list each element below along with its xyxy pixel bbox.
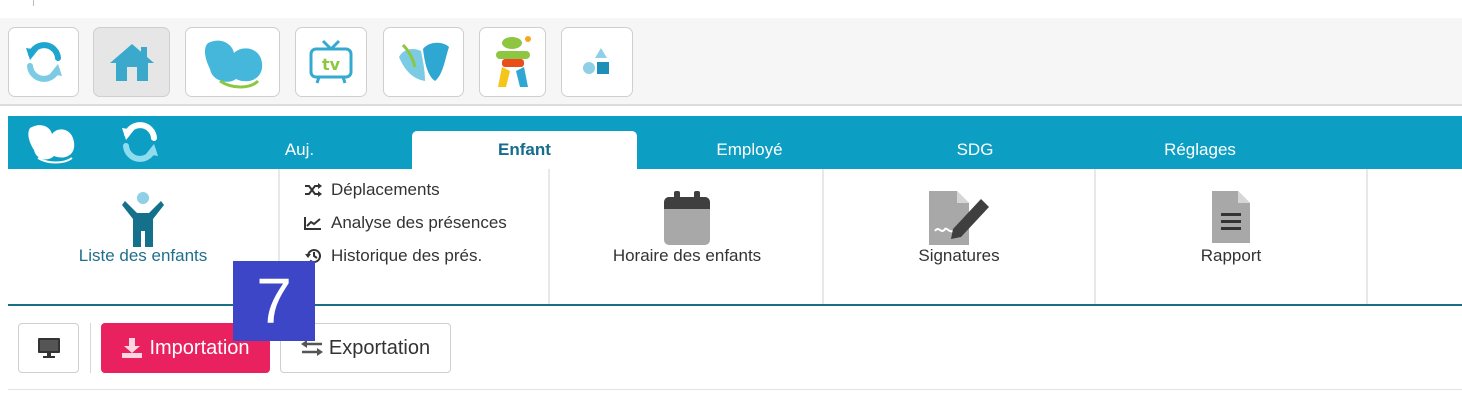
attendance-history-label: Historique des prés.: [331, 246, 483, 265]
attendance-analysis-label: Analyse des présences: [331, 213, 507, 232]
attendance-analysis-link[interactable]: Analyse des présences: [304, 213, 507, 233]
signatures-button[interactable]: Signatures: [824, 169, 1096, 304]
monitor-icon: [37, 338, 60, 358]
tab-sdg[interactable]: SDG: [918, 131, 1032, 169]
tv-app-button[interactable]: tv: [295, 27, 367, 97]
tab-enfant[interactable]: Enfant: [412, 131, 637, 169]
home-app-button[interactable]: [93, 27, 170, 97]
tab-today[interactable]: Auj.: [238, 131, 361, 169]
download-icon: [122, 338, 143, 358]
app-launcher-bar: tv: [0, 18, 1462, 106]
attendance-links-group: Déplacements Analyse des présences Histo…: [278, 169, 550, 304]
tab-employe[interactable]: Employé: [683, 131, 816, 169]
document-icon: [1212, 191, 1250, 243]
shuffle-icon: [305, 183, 322, 197]
schedule-label: Horaire des enfants: [612, 246, 762, 265]
attendance-history-link[interactable]: Historique des prés.: [304, 246, 482, 266]
butterfly-app-button[interactable]: [185, 27, 280, 97]
schedule-button[interactable]: Horaire des enfants: [552, 169, 824, 304]
figure-app-button[interactable]: [479, 27, 546, 97]
calendar-icon: [664, 191, 710, 245]
refresh-icon: [25, 42, 62, 82]
svg-text:tv: tv: [322, 55, 341, 74]
signatures-label: Signatures: [918, 246, 1000, 265]
enfant-ribbon: Liste des enfants Déplacements Analyse d…: [8, 169, 1462, 306]
sync-icon[interactable]: [118, 120, 162, 164]
report-button[interactable]: Rapport: [1096, 169, 1368, 304]
child-icon: [122, 192, 164, 247]
exchange-icon: [300, 340, 323, 356]
tv-icon: tv: [309, 39, 353, 84]
line-chart-icon: [304, 217, 321, 230]
refresh-app-button[interactable]: [8, 27, 79, 97]
butterfly-blue-app-button[interactable]: [383, 27, 464, 97]
shapes-app-button[interactable]: [561, 27, 633, 97]
tab-reglages[interactable]: Réglages: [1130, 131, 1270, 169]
butterfly-home-icon[interactable]: [24, 120, 80, 166]
home-icon: [109, 44, 154, 81]
moves-link[interactable]: Déplacements: [304, 180, 440, 200]
report-label: Rapport: [1200, 246, 1262, 265]
toolbar-divider: [90, 323, 91, 373]
step-number-badge: 7: [233, 261, 315, 341]
shapes-icon: [583, 48, 609, 74]
top-divider-tick: [33, 0, 34, 6]
butterfly-logo-icon: [204, 40, 262, 89]
figure-app-icon: [495, 36, 531, 87]
export-label: Exportation: [328, 336, 431, 359]
signature-icon: [929, 191, 989, 245]
display-mode-button[interactable]: [18, 323, 79, 373]
butterfly-blue-icon: [398, 42, 449, 81]
moves-label: Déplacements: [331, 180, 440, 199]
action-toolbar: Importation Exportation: [8, 314, 1462, 390]
module-tab-bar: Auj. Enfant Employé SDG Réglages: [8, 116, 1462, 169]
